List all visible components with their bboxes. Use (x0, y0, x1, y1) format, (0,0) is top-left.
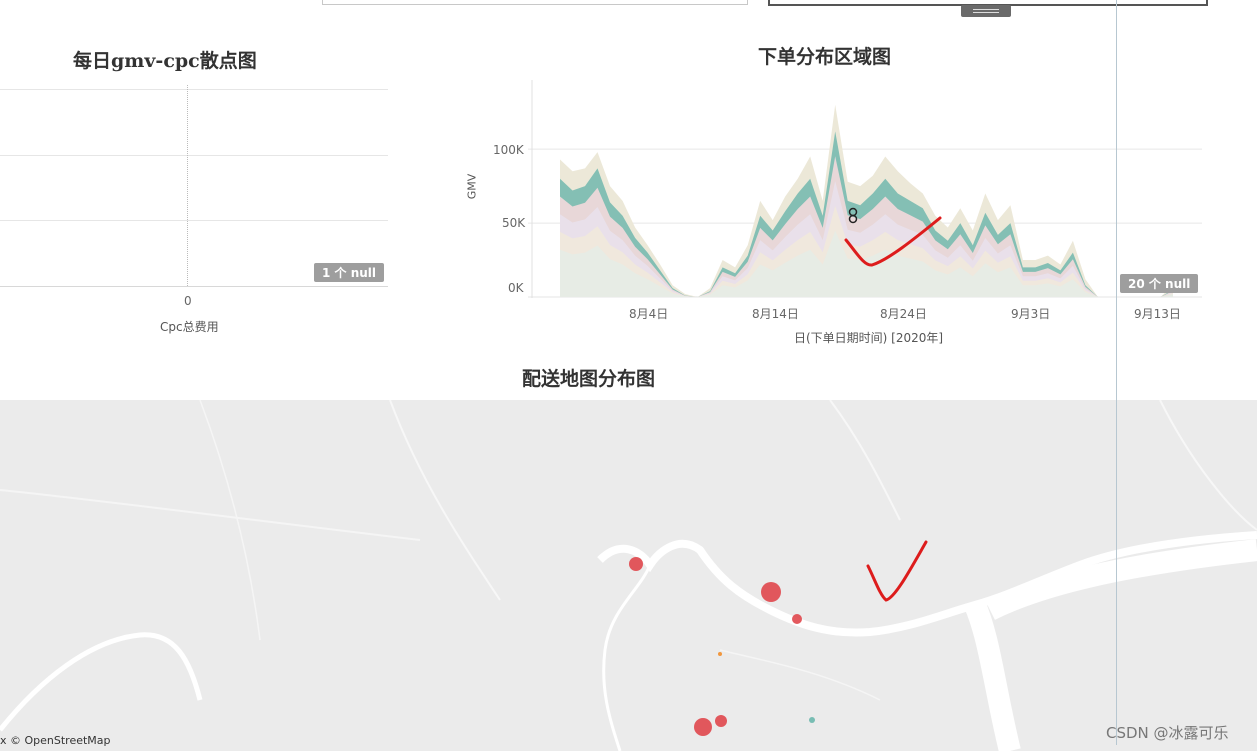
area-y-tick: 100K (493, 143, 524, 157)
area-chart-title: 下单分布区域图 (758, 46, 892, 68)
map-marker (809, 717, 815, 723)
map-marker (694, 718, 712, 736)
scatter-zero-line (187, 85, 188, 286)
area-null-badge[interactable]: 20 个 null (1120, 274, 1199, 293)
scatter-null-badge[interactable]: 1 个 null (314, 263, 385, 282)
csdn-watermark: CSDN @冰露可乐 (1106, 724, 1229, 742)
area-x-tick: 9月3日 (1011, 307, 1051, 321)
delivery-map[interactable]: x © OpenStreetMap (0, 400, 1257, 751)
map-markers-layer[interactable] (0, 400, 1257, 751)
map-marker (761, 582, 781, 602)
scatter-title: 每日gmv-cpc散点图 (73, 50, 257, 72)
area-x-axis-label: 日(下单日期时间) [2020年] (794, 331, 944, 345)
panel-divider (1116, 0, 1117, 745)
scatter-gridline (0, 220, 388, 221)
scatter-x-axis-label: Cpc总费用 (160, 320, 219, 334)
area-x-tick: 8月4日 (629, 307, 669, 321)
scatter-baseline (0, 286, 388, 287)
map-marker (792, 614, 802, 624)
area-y-tick: 0K (508, 281, 524, 295)
drag-handle-icon[interactable] (961, 5, 1011, 17)
area-y-axis-label: GMV (465, 173, 479, 200)
scatter-gridline (0, 155, 388, 156)
area-x-tick: 8月24日 (880, 307, 927, 321)
area-x-tick: 8月14日 (752, 307, 799, 321)
area-y-tick: 50K (502, 216, 526, 230)
area-chart-svg[interactable] (528, 80, 1202, 302)
map-attribution[interactable]: x © OpenStreetMap (0, 734, 111, 747)
map-marker (715, 715, 727, 727)
map-title: 配送地图分布图 (522, 368, 656, 390)
top-filter-box[interactable] (322, 0, 748, 5)
scatter-x-tick: 0 (184, 294, 192, 308)
map-marker (718, 652, 722, 656)
area-x-tick: 9月13日 (1134, 307, 1181, 321)
map-marker (629, 557, 643, 571)
scatter-gridline (0, 89, 388, 90)
